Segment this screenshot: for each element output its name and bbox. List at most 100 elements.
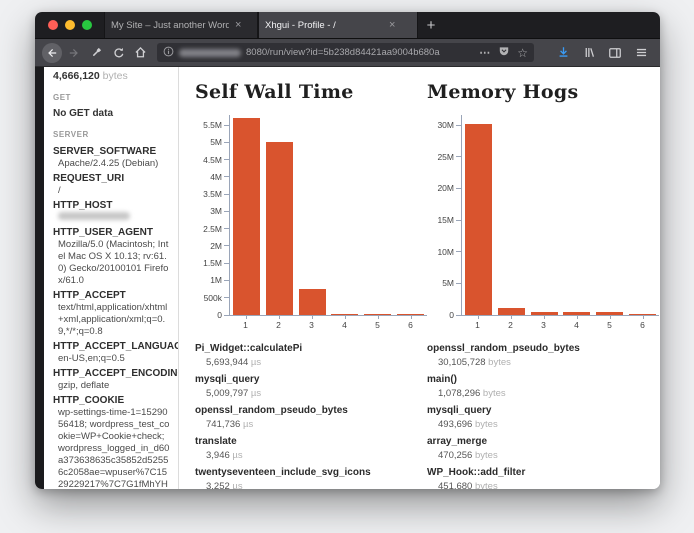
chart-plot-wrap: 123456 xyxy=(461,115,659,331)
y-axis-tick-label: 3.5M xyxy=(203,189,222,199)
window-close-button[interactable] xyxy=(48,20,58,30)
server-entry-value: / xyxy=(58,185,172,197)
page-actions-icon[interactable]: ⋯ xyxy=(479,46,491,59)
window-zoom-button[interactable] xyxy=(82,20,92,30)
library-icon xyxy=(583,46,596,59)
pocket-icon[interactable] xyxy=(498,44,510,62)
function-name[interactable]: openssl_random_pseudo_bytes xyxy=(195,405,427,417)
function-value: 493,696 bytes xyxy=(427,419,659,430)
function-name[interactable]: mysqli_query xyxy=(427,405,659,417)
home-icon xyxy=(134,46,147,59)
tab-xhgui-profile[interactable]: Xhgui - Profile - / × xyxy=(258,12,418,38)
reload-button[interactable] xyxy=(107,42,129,64)
function-value-number: 30,105,728 xyxy=(438,357,486,368)
bar[interactable] xyxy=(531,312,558,315)
x-axis-tick-label: 2 xyxy=(262,316,295,331)
function-value-number: 3,946 xyxy=(206,450,230,461)
function-name[interactable]: main() xyxy=(427,374,659,386)
function-list-item: mysqli_query 493,696 bytes xyxy=(427,405,659,430)
function-list: Pi_Widget::calculatePi5,693,944 µs mysqli… xyxy=(195,343,427,489)
function-value: 3,252 µs xyxy=(195,481,427,489)
sidebar-icon xyxy=(608,46,622,60)
bar[interactable] xyxy=(498,308,525,315)
bookmark-star-icon[interactable]: ☆ xyxy=(517,47,528,59)
bar[interactable] xyxy=(233,118,260,315)
back-button[interactable] xyxy=(41,42,63,64)
bar[interactable] xyxy=(364,314,391,315)
server-entry-key: HTTP_COOKIE xyxy=(53,394,172,407)
menu-button[interactable] xyxy=(630,42,652,64)
function-value-number: 470,256 xyxy=(438,450,472,461)
function-name[interactable]: WP_Hook::add_filter xyxy=(427,467,659,479)
tab-title: Xhgui - Profile - / xyxy=(265,20,383,31)
tab-close-icon[interactable]: × xyxy=(235,19,241,31)
function-name[interactable]: Pi_Widget::calculatePi xyxy=(195,343,427,355)
function-value-number: 5,693,944 xyxy=(206,357,248,368)
library-button[interactable] xyxy=(578,42,600,64)
bar[interactable] xyxy=(629,314,656,315)
function-name[interactable]: twentyseventeen_include_svg_icons xyxy=(195,467,427,479)
function-name[interactable]: translate xyxy=(195,436,427,448)
profile-main: Self Wall Time 0500k1M1.5M2M2.5M3M3.5M4M… xyxy=(179,67,660,489)
function-name[interactable]: array_merge xyxy=(427,436,659,448)
reload-icon xyxy=(112,46,125,59)
server-entry-value: Apache/2.4.25 (Debian) xyxy=(58,158,172,170)
tab-close-icon[interactable]: × xyxy=(389,19,395,31)
function-value: 1,078,296 bytes xyxy=(427,388,659,399)
bar[interactable] xyxy=(397,314,424,315)
y-axis-tick-label: 3M xyxy=(210,206,222,216)
memory-total-value: 4,666,120 xyxy=(53,70,100,82)
function-value-unit: µs xyxy=(240,419,253,430)
server-entry-value: en-US,en;q=0.5 xyxy=(58,353,172,365)
x-axis-tick-label: 3 xyxy=(527,316,560,331)
x-axis-tick-label: 1 xyxy=(229,316,262,331)
x-axis-tick-label: 6 xyxy=(626,316,659,331)
function-value-unit: µs xyxy=(248,388,261,399)
function-value-number: 5,009,797 xyxy=(206,388,248,399)
developer-tools-button[interactable] xyxy=(85,42,107,64)
url-bar[interactable]: 8080/run/view?id=5b238d84421aa9004b680a … xyxy=(157,43,534,62)
memory-total-unit: bytes xyxy=(103,70,128,82)
downloads-button[interactable] xyxy=(552,42,574,64)
function-list-item: openssl_random_pseudo_bytes 741,736 µs xyxy=(195,405,427,430)
function-name[interactable]: openssl_random_pseudo_bytes xyxy=(427,343,659,355)
home-button[interactable] xyxy=(129,42,151,64)
site-info-icon[interactable] xyxy=(163,44,174,62)
window-minimize-button[interactable] xyxy=(65,20,75,30)
bar[interactable] xyxy=(465,124,492,315)
y-axis-tick-label: 30M xyxy=(437,120,454,130)
bar[interactable] xyxy=(563,312,590,315)
function-list-item: WP_Hook::add_filter451,680 bytes xyxy=(427,467,659,489)
function-value-number: 493,696 xyxy=(438,419,472,430)
bar[interactable] xyxy=(266,142,293,315)
request-sidebar: 4,666,120 bytes GET No GET data SERVER S… xyxy=(44,67,179,489)
chart-x-axis: 123456 xyxy=(461,316,659,331)
bar[interactable] xyxy=(299,289,326,315)
download-icon xyxy=(557,46,570,59)
sidebar-toggle-button[interactable] xyxy=(604,42,626,64)
chart-plot-area xyxy=(229,115,427,316)
function-value-number: 1,078,296 xyxy=(438,388,480,399)
function-name[interactable]: mysqli_query xyxy=(195,374,427,386)
function-value-unit: µs xyxy=(230,450,243,461)
function-value: 741,736 µs xyxy=(195,419,427,430)
server-entries: SERVER_SOFTWAREApache/2.4.25 (Debian)REQ… xyxy=(53,145,172,489)
bar[interactable] xyxy=(596,312,623,315)
forward-button[interactable] xyxy=(63,42,85,64)
chart-title: Self Wall Time xyxy=(195,81,427,103)
x-axis-tick-label: 4 xyxy=(560,316,593,331)
server-entry-key: HTTP_ACCEPT xyxy=(53,289,172,302)
wrench-icon xyxy=(90,46,103,59)
y-axis-tick-label: 4M xyxy=(210,172,222,182)
tab-wordpress-site[interactable]: My Site – Just another WordPress s × xyxy=(104,12,258,38)
chart-y-axis: 05M10M15M20M25M30M xyxy=(427,115,461,315)
bar[interactable] xyxy=(331,314,358,315)
y-axis-tick-label: 15M xyxy=(437,215,454,225)
hamburger-menu-icon xyxy=(635,46,648,59)
tab-bar: My Site – Just another WordPress s × Xhg… xyxy=(35,12,660,39)
function-value: 3,946 µs xyxy=(195,450,427,461)
y-axis-tick-label: 2.5M xyxy=(203,224,222,234)
new-tab-button[interactable]: + xyxy=(418,12,444,38)
window-controls xyxy=(35,12,104,38)
function-value: 470,256 bytes xyxy=(427,450,659,461)
